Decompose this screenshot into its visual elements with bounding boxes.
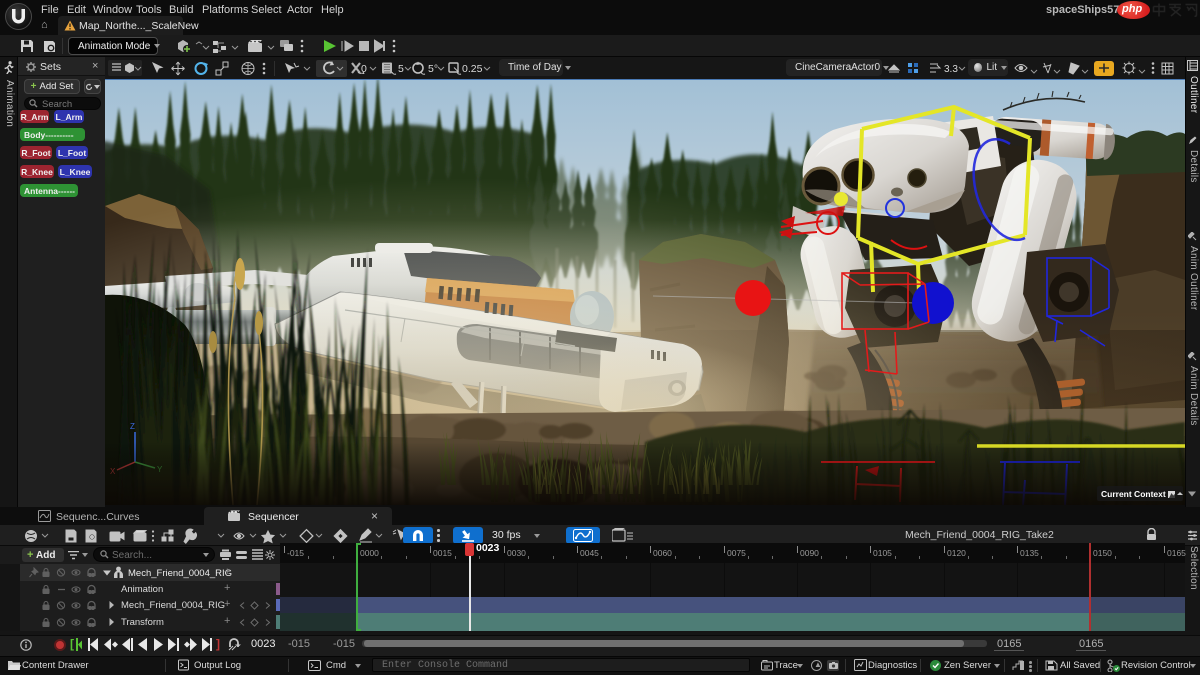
svg-text:5°: 5° [428, 63, 438, 75]
svg-text:0: 0 [361, 63, 367, 75]
svg-text:3.3: 3.3 [944, 64, 958, 75]
svg-text:0.25: 0.25 [462, 63, 483, 75]
svg-text:Z: Z [130, 422, 135, 431]
svg-text:5: 5 [398, 63, 404, 75]
